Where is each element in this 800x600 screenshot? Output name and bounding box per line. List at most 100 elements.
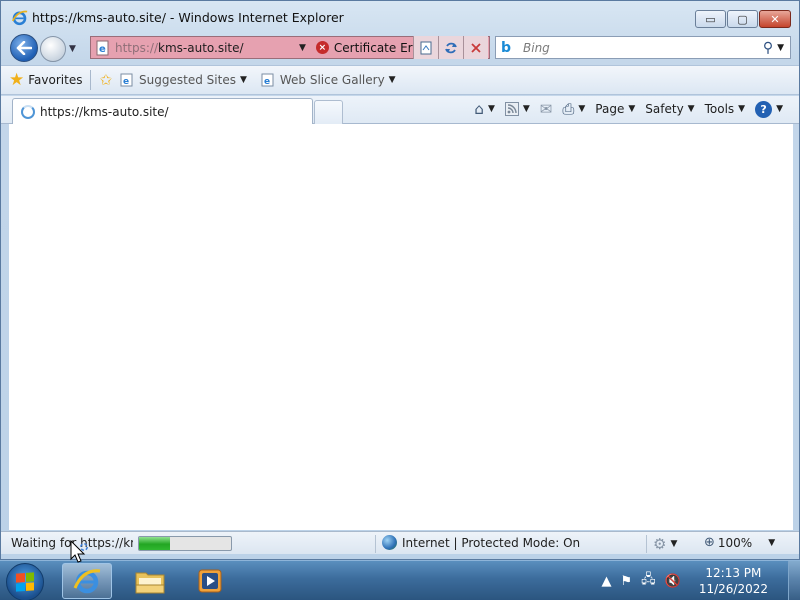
print-dropdown-icon[interactable]: ▼ [578,104,585,114]
tab-label: https://kms-auto.site/ [40,105,169,119]
media-player-icon [198,569,222,593]
stop-icon [471,42,481,53]
read-mail-button[interactable]: ✉ [540,100,553,118]
suggested-sites-label: Suggested Sites [139,73,236,87]
print-button[interactable]: ⎙ ▼ [562,100,585,118]
web-slice-dropdown-icon[interactable]: ▼ [389,75,396,85]
maximize-icon: ▢ [737,12,748,26]
tab-active[interactable]: https://kms-auto.site/ [12,98,313,125]
clock[interactable]: 12:13 PM 11/26/2022 [699,565,768,597]
page-menu-label: Page [595,102,625,116]
bing-logo-icon: b [501,39,512,56]
taskbar-media-player[interactable] [185,563,235,599]
tools-menu[interactable]: Tools ▼ [705,102,745,116]
new-tab-button[interactable] [314,100,343,124]
suggested-sites-link[interactable]: e Suggested Sites ▼ [120,69,247,91]
globe-icon [382,535,397,550]
status-divider [375,535,376,553]
favorites-button[interactable]: ★ Favorites [9,69,82,91]
close-icon: ✕ [770,12,780,26]
address-host: kms-auto.site/ [158,40,244,55]
page-icon: e [96,40,109,55]
web-slice-gallery-link[interactable]: e Web Slice Gallery ▼ [261,69,396,91]
windows-logo-icon [16,572,34,592]
system-tray: ▲ ⚑ 🖧 🔇 12:13 PM 11/26/2022 [592,561,800,600]
status-tools-dropdown-icon[interactable]: ▼ [670,539,677,549]
ie-page-icon: e [261,73,274,87]
ie-logo-icon [73,569,101,594]
navigation-bar: ▼ e https://kms-auto.site/ ▼ × Certifica… [1,33,799,63]
svg-text:e: e [99,44,106,55]
web-slice-gallery-label: Web Slice Gallery [279,73,385,87]
mail-icon: ✉ [539,100,553,118]
back-button[interactable] [10,34,38,62]
home-icon: ⌂ [474,100,484,118]
folder-icon [135,572,165,594]
ie-window: https://kms-auto.site/ - Windows Interne… [0,0,800,560]
start-button[interactable] [6,563,44,600]
feeds-button[interactable]: ▼ [504,102,530,116]
close-button[interactable]: ✕ [759,10,791,28]
shield-error-icon: × [315,41,329,54]
tab-row: https://kms-auto.site/ ⌂ ▼ ▼ ✉ ⎙ ▼ Page ▼ S… [1,96,799,125]
taskbar: ▲ ⚑ 🖧 🔇 12:13 PM 11/26/2022 [0,560,800,600]
loading-spinner-icon [21,105,35,119]
recent-pages-dropdown-icon[interactable]: ▼ [69,44,76,54]
add-to-favorites-bar-icon[interactable]: ✩ [99,71,112,89]
help-icon: ? [755,100,773,118]
window-title: https://kms-auto.site/ - Windows Interne… [32,10,344,25]
title-bar[interactable]: https://kms-auto.site/ - Windows Interne… [1,1,799,33]
action-center-flag-icon[interactable]: ⚑ [620,574,632,589]
minimize-button[interactable]: ▭ [695,10,726,28]
svg-text:e: e [123,77,129,87]
clock-time: 12:13 PM [705,566,762,580]
taskbar-internet-explorer[interactable] [62,563,112,599]
refresh-button[interactable] [438,36,463,59]
feeds-dropdown-icon[interactable]: ▼ [523,104,530,114]
wrench-icon: ⚙ [653,535,667,553]
rss-feed-icon [504,102,519,116]
progress-fill [139,537,171,550]
address-input[interactable]: https://kms-auto.site/ [115,41,285,55]
help-button[interactable]: ? ▼ [755,100,783,118]
help-dropdown-icon[interactable]: ▼ [776,104,783,114]
zoom-level: 100% [717,535,753,550]
mouse-cursor-icon [70,540,88,563]
favorites-label: Favorites [28,73,83,87]
safety-dropdown-icon: ▼ [687,104,695,114]
volume-muted-icon[interactable]: 🔇 [665,574,681,589]
address-dropdown-icon[interactable]: ▼ [299,43,306,53]
page-menu[interactable]: Page ▼ [595,102,635,116]
suggested-sites-dropdown-icon[interactable]: ▼ [240,75,247,85]
stop-button[interactable] [463,36,488,59]
zoom-icon: ⊕ [704,535,715,550]
zoom-control[interactable]: ⊕ 100% ▼ [704,535,775,550]
clock-date: 11/26/2022 [698,582,768,596]
tools-menu-label: Tools [704,102,735,116]
page-content[interactable] [9,124,793,530]
maximize-button[interactable]: ▢ [727,10,758,28]
zone-text: Internet | Protected Mode: On [402,535,581,550]
ie-logo-icon [11,10,28,26]
search-box[interactable]: b Bing ⚲ ▼ [495,36,791,59]
back-arrow-icon [16,41,32,55]
show-hidden-icons-icon[interactable]: ▲ [601,574,611,589]
zoom-dropdown-icon[interactable]: ▼ [768,538,775,548]
compatibility-icon [420,41,432,54]
popup-blocker-button[interactable]: ⚙ ▼ [653,535,677,553]
safety-menu[interactable]: Safety ▼ [645,102,694,116]
security-zone[interactable]: Internet | Protected Mode: On [382,535,580,550]
search-options-dropdown-icon[interactable]: ▼ [777,43,784,53]
svg-text:e: e [264,77,270,87]
compatibility-view-button[interactable] [413,36,438,59]
show-desktop-button[interactable] [788,561,800,600]
printer-icon: ⎙ [562,100,575,118]
home-button[interactable]: ⌂ ▼ [474,100,494,118]
home-dropdown-icon[interactable]: ▼ [488,104,495,114]
network-icon[interactable]: 🖧 [641,570,656,592]
search-input[interactable]: Bing [523,41,763,55]
taskbar-windows-explorer[interactable] [125,563,175,599]
tools-dropdown-icon: ▼ [738,104,746,114]
forward-button[interactable] [40,36,66,62]
search-icon[interactable]: ⚲ [763,40,773,56]
